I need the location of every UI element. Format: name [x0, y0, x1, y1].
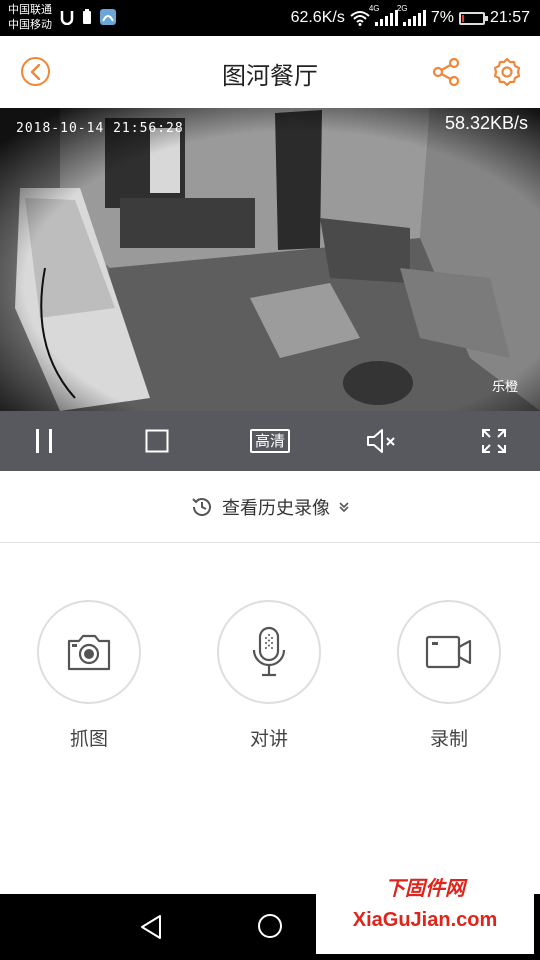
video-camera-icon — [425, 635, 472, 669]
app-notification-icon — [60, 11, 74, 25]
battery-level — [461, 14, 464, 22]
share-icon — [432, 57, 460, 87]
record-action: 录制 — [397, 600, 501, 751]
hd-label: 高清 — [249, 429, 290, 453]
carrier-1: 中国联通 — [8, 3, 52, 16]
capture-button[interactable] — [37, 600, 141, 704]
nav-home-button[interactable] — [257, 913, 283, 943]
share-button[interactable] — [432, 57, 460, 87]
signal-1-tag: 4G — [368, 4, 380, 13]
site-watermark: 下固件网 XiaGuJian.com — [316, 866, 534, 954]
clock: 21:57 — [489, 9, 530, 26]
record-label: 录制 — [429, 728, 468, 750]
video-bitrate: 58.32KB/s — [444, 113, 528, 133]
mute-button[interactable] — [362, 411, 402, 471]
status-right: 62.6K/s 4G 2G 7% 21:57 — [291, 0, 530, 36]
history-label: 查看历史录像 — [222, 497, 330, 519]
hd-toggle-button[interactable]: 高清 — [245, 411, 295, 471]
video-watermark: 乐橙 — [491, 380, 518, 395]
battery-icon — [458, 11, 488, 25]
signal-2-icon: 2G — [397, 4, 426, 26]
circle-home-icon — [258, 914, 282, 938]
signal-1-icon: 4G — [369, 4, 398, 26]
stop-button[interactable] — [137, 411, 177, 471]
mute-icon — [367, 429, 395, 453]
triangle-back-icon — [141, 915, 161, 939]
site-watermark-title: 下固件网 — [385, 876, 465, 900]
video-timestamp: 2018-10-14 21:56:28 — [16, 121, 184, 136]
wifi-icon — [350, 11, 370, 26]
camera-icon — [67, 634, 111, 671]
capture-label: 抓图 — [69, 728, 108, 750]
record-button[interactable] — [397, 600, 501, 704]
settings-button[interactable] — [492, 57, 522, 87]
camera-scene — [0, 108, 540, 411]
app-header: 图河餐厅 — [0, 36, 540, 108]
live-video-feed[interactable]: 2018-10-14 21:56:28 58.32KB/s 乐橙 — [0, 108, 540, 411]
capture-action: 抓图 — [37, 600, 141, 751]
carrier-2: 中国移动 — [8, 18, 52, 31]
site-watermark-url: XiaGuJian.com — [352, 909, 498, 931]
intercom-action: 对讲 — [217, 600, 321, 751]
carrier-names: 中国联通 中国移动 — [8, 2, 52, 32]
stop-icon — [145, 429, 169, 453]
net-speed: 62.6K/s — [290, 9, 345, 26]
status-bar: 中国联通 中国移动 62.6K/s 4G 2G 7% 21:57 — [0, 0, 540, 36]
pause-icon — [36, 429, 52, 453]
chevron-down-icon — [339, 501, 349, 512]
history-icon — [192, 497, 211, 516]
view-history-button[interactable]: 查看历史录像 — [0, 471, 540, 543]
notification-icons — [60, 9, 116, 25]
microphone-icon — [252, 626, 286, 677]
fullscreen-icon — [482, 429, 506, 453]
battery-alert-icon — [83, 9, 91, 24]
pause-button[interactable] — [24, 411, 64, 471]
battery-percent: 7% — [430, 9, 454, 26]
signal-2-tag: 2G — [396, 4, 408, 13]
fullscreen-button[interactable] — [474, 411, 514, 471]
app-icon — [100, 9, 116, 25]
intercom-label: 对讲 — [249, 728, 288, 750]
nav-back-button[interactable] — [138, 913, 164, 945]
gear-icon — [493, 57, 521, 87]
intercom-button[interactable] — [217, 600, 321, 704]
playback-controls: 高清 — [0, 411, 540, 471]
